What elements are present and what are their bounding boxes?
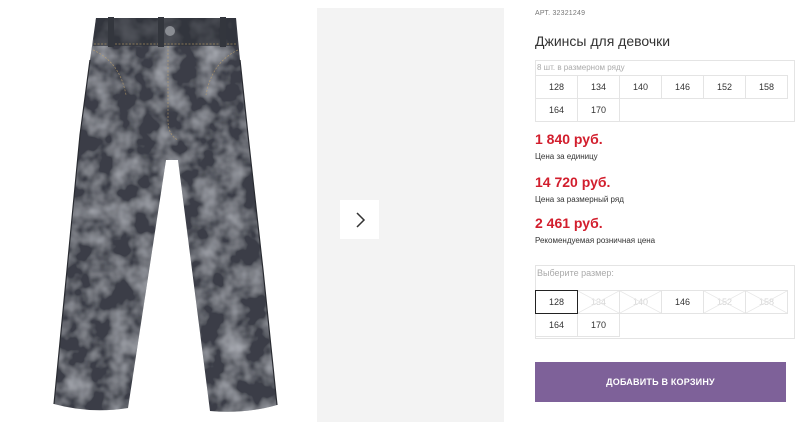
size-set-cell: 146 — [661, 75, 704, 99]
retail-price: 2 461 руб. — [535, 215, 603, 231]
sku-value: 32321249 — [552, 10, 586, 17]
size-option-170[interactable]: 170 — [577, 313, 620, 337]
size-option-140[interactable]: 140 — [619, 290, 662, 314]
gallery-next-button[interactable] — [340, 200, 379, 239]
size-picker-grid: 128 134 140 146 152 158 164 170 — [535, 290, 788, 337]
size-set-box: 8 шт. в размерном ряду 128 134 140 146 1… — [535, 60, 795, 122]
size-option-134[interactable]: 134 — [577, 290, 620, 314]
jeans-image — [53, 17, 278, 412]
size-set-cell: 158 — [745, 75, 788, 99]
unavailable-cross-icon — [704, 291, 745, 313]
size-option-146[interactable]: 146 — [661, 290, 704, 314]
unavailable-cross-icon — [578, 291, 619, 313]
size-set-cell: 170 — [577, 98, 620, 122]
gallery-panel — [317, 8, 504, 422]
size-option-158[interactable]: 158 — [745, 290, 788, 314]
unavailable-cross-icon — [620, 291, 661, 313]
product-title: Джинсы для девочки — [535, 33, 671, 49]
unavailable-cross-icon — [746, 291, 787, 313]
set-price-label: Цена за размерный ряд — [535, 195, 624, 204]
size-set-cell: 128 — [535, 75, 578, 99]
sku-prefix: АРТ. — [535, 10, 551, 17]
size-set-cell: 134 — [577, 75, 620, 99]
size-option-164[interactable]: 164 — [535, 313, 578, 337]
size-set-cell: 164 — [535, 98, 578, 122]
size-option-152[interactable]: 152 — [703, 290, 746, 314]
size-picker-label: Выберите размер: — [537, 268, 614, 278]
add-to-cart-button[interactable]: ДОБАВИТЬ В КОРЗИНУ — [535, 362, 786, 402]
retail-price-label: Рекомендуемая розничная цена — [535, 236, 656, 245]
size-set-grid: 128 134 140 146 152 158 164 170 — [535, 75, 788, 122]
chevron-right-icon — [355, 211, 365, 228]
set-price: 14 720 руб. — [535, 174, 611, 190]
size-picker-box: Выберите размер: 128 134 140 146 152 158… — [535, 265, 795, 339]
unit-price-label: Цена за единицу — [535, 152, 598, 161]
product-photo — [0, 0, 316, 422]
size-set-cell: 152 — [703, 75, 746, 99]
size-set-label: 8 шт. в размерном ряду — [537, 63, 625, 72]
product-sku: АРТ. 32321249 — [535, 10, 585, 17]
size-option-128[interactable]: 128 — [535, 290, 578, 314]
unit-price: 1 840 руб. — [535, 131, 603, 147]
size-set-cell: 140 — [619, 75, 662, 99]
